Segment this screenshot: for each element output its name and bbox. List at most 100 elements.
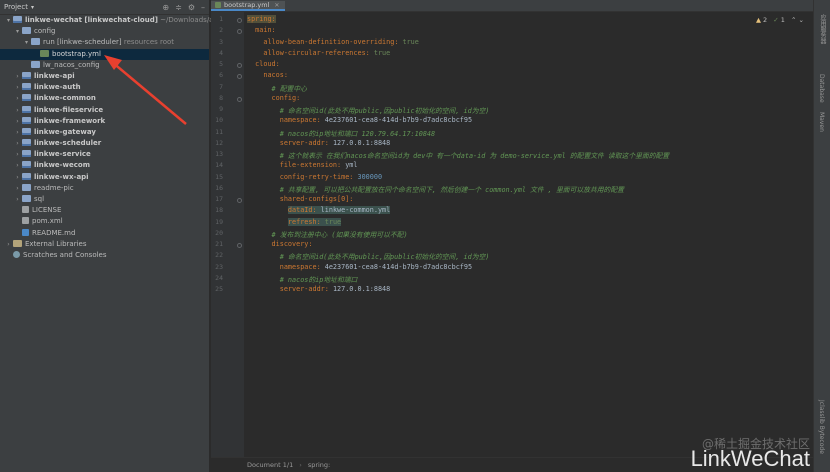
inspection-widget[interactable]: ▲ 2 ✓ 1 ⌃ ⌄: [756, 16, 804, 24]
code-token: dataId:: [287, 206, 321, 215]
expand-arrow-icon[interactable]: ›: [13, 116, 22, 127]
tree-item[interactable]: › linkwe-scheduler: [0, 138, 209, 149]
tree-item-label: linkwe-fileservice: [34, 105, 104, 114]
code-line[interactable]: config-retry-time: 300000: [247, 173, 382, 181]
expand-arrow-icon[interactable]: ›: [13, 183, 22, 194]
code-editor[interactable]: 1 2 3 4 5 6 7 8 9 10 11 12 13 14 15 16 17 18 19 20 21 22 23 24 2…: [211, 12, 814, 458]
code-token: 300000: [357, 172, 383, 181]
expand-arrow-icon[interactable]: ▾: [4, 15, 13, 26]
code-line[interactable]: namespace: 4e237601-cea8-414d-b7b9-d7adc…: [247, 116, 472, 124]
breadcrumb-spring[interactable]: spring:: [308, 461, 330, 469]
code-line[interactable]: file-extension: yml: [247, 161, 358, 169]
tool-window-database[interactable]: Database: [818, 74, 825, 103]
line-number: 14: [215, 161, 223, 170]
close-icon[interactable]: ✕: [274, 2, 279, 9]
tree-item[interactable]: › readme-pic: [0, 183, 209, 194]
tree-item[interactable]: › linkwe-wecom: [0, 160, 209, 171]
chevron-up-icon[interactable]: ⌃: [791, 16, 796, 24]
tree-item[interactable]: › sql: [0, 194, 209, 205]
expand-arrow-icon[interactable]: ›: [13, 82, 22, 93]
hide-panel-icon[interactable]: –: [201, 3, 205, 12]
code-line[interactable]: refresh: true: [247, 217, 342, 226]
tree-item[interactable]: LICENSE: [0, 205, 209, 216]
code-line[interactable]: allow-bean-definition-overriding: true: [247, 38, 419, 46]
expand-arrow-icon[interactable]: ›: [13, 160, 22, 171]
code-line[interactable]: config:: [247, 93, 301, 102]
tool-window-maven[interactable]: Maven: [818, 112, 825, 132]
expand-arrow-icon[interactable]: ›: [13, 105, 22, 116]
code-line[interactable]: namespace: 4e237601-cea8-414d-b7b9-d7adc…: [247, 263, 472, 271]
tree-item[interactable]: lw_nacos_config: [0, 60, 209, 71]
code-line[interactable]: # nacos的ip地址和端口 120.79.64.17:10848: [247, 128, 435, 138]
tree-item[interactable]: › linkwe-fileservice: [0, 105, 209, 116]
tree-item[interactable]: › linkwe-auth: [0, 82, 209, 93]
fold-marker-icon[interactable]: [237, 74, 242, 80]
tree-item-label: linkwe-service: [34, 150, 91, 159]
expand-arrow-icon[interactable]: ›: [13, 93, 22, 104]
code-line[interactable]: server-addr: 127.0.0.1:8848: [247, 285, 391, 293]
tree-item[interactable]: ▾ run [linkwe-scheduler] resources root: [0, 37, 209, 48]
tree-item[interactable]: › linkwe-wx-api: [0, 172, 209, 183]
expand-arrow-icon[interactable]: ›: [13, 194, 22, 205]
expand-arrow-icon[interactable]: ▾: [13, 26, 22, 37]
code-line[interactable]: # 发布到注册中心 (如果没有使用可以不配): [247, 229, 408, 239]
collapse-all-icon[interactable]: ≑: [175, 3, 182, 12]
code-line[interactable]: discovery:: [247, 240, 313, 248]
tree-item[interactable]: › linkwe-api: [0, 71, 209, 82]
tree-item[interactable]: › linkwe-gateway: [0, 127, 209, 138]
fold-marker-icon[interactable]: [237, 198, 242, 203]
code-line[interactable]: nacos:: [247, 71, 288, 79]
tree-item[interactable]: ▾ linkwe-wechat [linkwechat-cloud] ~/Down…: [0, 15, 233, 26]
tool-window-jclasslib[interactable]: Jclasslib Bytecode: [818, 400, 825, 454]
tree-item[interactable]: › External Libraries: [0, 239, 209, 250]
watermark-brand: LinkWeChat: [690, 446, 810, 471]
code-line[interactable]: dataId: linkwe-common.yml: [247, 206, 391, 215]
expand-arrow-icon[interactable]: ›: [13, 127, 22, 138]
folder-icon: [22, 195, 31, 202]
tree-item[interactable]: › linkwe-service: [0, 149, 209, 160]
expand-arrow-icon[interactable]: ›: [13, 172, 22, 183]
expand-arrow-icon[interactable]: ›: [13, 138, 22, 149]
code-line[interactable]: spring:: [247, 15, 276, 23]
gear-icon[interactable]: ⚙: [188, 3, 195, 12]
fold-marker-icon[interactable]: [237, 243, 242, 248]
breadcrumb-document[interactable]: Document 1/1: [247, 461, 293, 469]
tree-item[interactable]: › linkwe-common: [0, 93, 209, 104]
project-view-dropdown[interactable]: Project: [4, 3, 28, 11]
code-token: linkwe-common.yml: [320, 206, 391, 215]
code-line[interactable]: # 配置中心: [247, 83, 307, 93]
code-line[interactable]: # 共享配置, 可以把公共配置放在同个命名空间下, 然后创建一个 common.…: [247, 184, 624, 194]
chevron-down-icon[interactable]: ▾: [31, 4, 34, 11]
code-line[interactable]: main:: [247, 26, 275, 34]
fold-marker-icon[interactable]: [237, 18, 242, 23]
code-line[interactable]: cloud:: [247, 60, 280, 68]
chevron-down-icon[interactable]: ⌄: [799, 16, 804, 24]
ok-count: 1: [780, 16, 785, 24]
code-line[interactable]: server-addr: 127.0.0.1:8848: [247, 139, 391, 147]
tree-item[interactable]: Scratches and Consoles: [0, 250, 209, 261]
expand-arrow-icon[interactable]: ›: [13, 71, 22, 82]
code-line[interactable]: # nacos的ip地址和端口: [247, 274, 358, 284]
fold-marker-icon[interactable]: [237, 29, 242, 35]
expand-arrow-icon[interactable]: ›: [4, 239, 13, 250]
line-number: 17: [215, 195, 223, 203]
expand-arrow-icon[interactable]: ▾: [22, 37, 31, 48]
module-icon: [22, 127, 31, 135]
code-line[interactable]: allow-circular-references: true: [247, 49, 390, 57]
fold-marker-icon[interactable]: [237, 96, 242, 102]
tree-item[interactable]: ▾ config: [0, 26, 209, 37]
fold-marker-icon[interactable]: [237, 63, 242, 68]
tree-item[interactable]: bootstrap.yml: [0, 48, 209, 60]
code-line[interactable]: shared-configs[0]:: [247, 195, 354, 203]
tab-bootstrap-yml[interactable]: bootstrap.yml ✕: [211, 1, 286, 11]
locate-icon[interactable]: ⊕: [162, 3, 169, 12]
tree-item[interactable]: README.md: [0, 228, 209, 239]
code-token: config:: [247, 93, 301, 102]
code-line[interactable]: # 命名空间id(此处不用public,因public初始化的空间, id为空): [247, 105, 490, 115]
code-line[interactable]: # 命名空间id(此处不用public,因public初始化的空间, id为空): [247, 251, 490, 261]
tool-window-app-servers[interactable]: 应用服务器: [818, 14, 827, 44]
tree-item[interactable]: › linkwe-framework: [0, 116, 209, 127]
expand-arrow-icon[interactable]: ›: [13, 149, 22, 160]
code-line[interactable]: # 这个就表示 在我们nacos命名空间id为 dev中 有一个data-id …: [247, 150, 669, 160]
tree-item[interactable]: pom.xml: [0, 216, 209, 227]
